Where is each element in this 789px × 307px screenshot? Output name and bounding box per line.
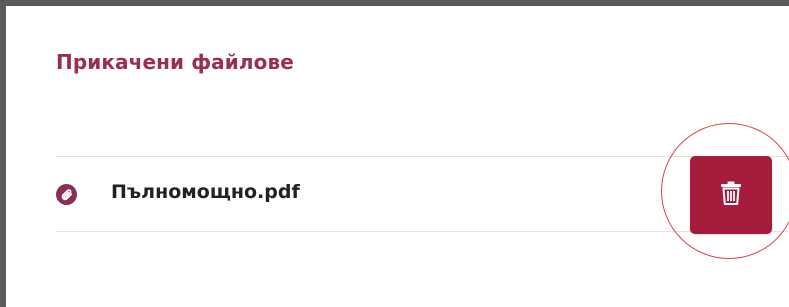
paperclip-icon [56, 184, 77, 205]
section-title: Прикачени файлове [56, 50, 294, 74]
attachment-file-link[interactable]: Пълномощно.pdf [111, 181, 300, 203]
trash-icon [719, 180, 743, 210]
delete-attachment-button[interactable] [690, 156, 772, 234]
attachments-panel: Прикачени файлове Пълномощно.pdf [6, 6, 789, 307]
